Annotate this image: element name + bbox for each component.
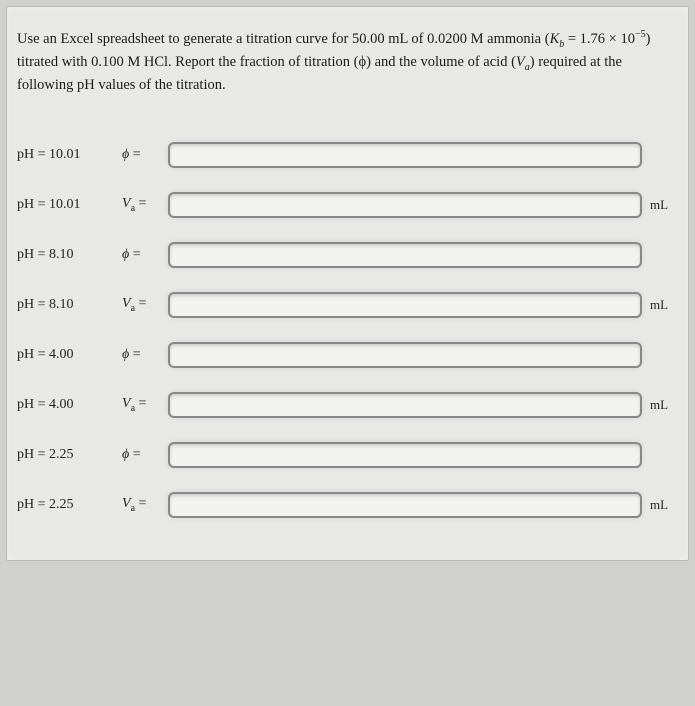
row-symbol-va: Va = xyxy=(122,296,168,314)
answer-row: pH = 4.00 ϕ = xyxy=(17,342,678,368)
row-symbol-phi: ϕ = xyxy=(122,447,168,463)
row-unit: mL xyxy=(642,497,678,513)
answer-row: pH = 4.00 Va = mL xyxy=(17,392,678,418)
row-label: pH = 8.10 xyxy=(17,297,122,313)
va-input-1[interactable] xyxy=(168,192,642,218)
row-symbol-phi: ϕ = xyxy=(122,347,168,363)
prompt-text-1: Use an Excel spreadsheet to generate a t… xyxy=(17,31,550,47)
answer-row: pH = 2.25 Va = mL xyxy=(17,492,678,518)
row-label: pH = 10.01 xyxy=(17,197,122,213)
row-label: pH = 8.10 xyxy=(17,247,122,263)
va-symbol: Va xyxy=(516,54,530,70)
answer-row: pH = 2.25 ϕ = xyxy=(17,442,678,468)
va-input-3[interactable] xyxy=(168,392,642,418)
phi-input-3[interactable] xyxy=(168,342,642,368)
answer-row: pH = 10.01 Va = mL xyxy=(17,192,678,218)
row-symbol-va: Va = xyxy=(122,496,168,514)
question-prompt: Use an Excel spreadsheet to generate a t… xyxy=(7,7,688,112)
row-symbol-va: Va = xyxy=(122,396,168,414)
row-unit: mL xyxy=(642,397,678,413)
va-input-2[interactable] xyxy=(168,292,642,318)
kb-exponent: −5 xyxy=(635,29,646,40)
phi-input-1[interactable] xyxy=(168,142,642,168)
row-label: pH = 2.25 xyxy=(17,497,122,513)
row-symbol-phi: ϕ = xyxy=(122,247,168,263)
phi-input-4[interactable] xyxy=(168,442,642,468)
kb-equals: = 1.76 × 10 xyxy=(564,31,635,47)
row-label: pH = 10.01 xyxy=(17,147,122,163)
worksheet-page: Use an Excel spreadsheet to generate a t… xyxy=(6,6,689,561)
row-unit: mL xyxy=(642,197,678,213)
row-symbol-va: Va = xyxy=(122,196,168,214)
kb-symbol: Kb xyxy=(550,31,565,47)
row-symbol-phi: ϕ = xyxy=(122,147,168,163)
row-label: pH = 4.00 xyxy=(17,397,122,413)
answer-row: pH = 10.01 ϕ = xyxy=(17,142,678,168)
answer-row: pH = 8.10 Va = mL xyxy=(17,292,678,318)
va-input-4[interactable] xyxy=(168,492,642,518)
phi-input-2[interactable] xyxy=(168,242,642,268)
answer-rows: pH = 10.01 ϕ = pH = 10.01 Va = mL pH = 8… xyxy=(7,112,688,560)
row-label: pH = 2.25 xyxy=(17,447,122,463)
answer-row: pH = 8.10 ϕ = xyxy=(17,242,678,268)
row-unit: mL xyxy=(642,297,678,313)
row-label: pH = 4.00 xyxy=(17,347,122,363)
